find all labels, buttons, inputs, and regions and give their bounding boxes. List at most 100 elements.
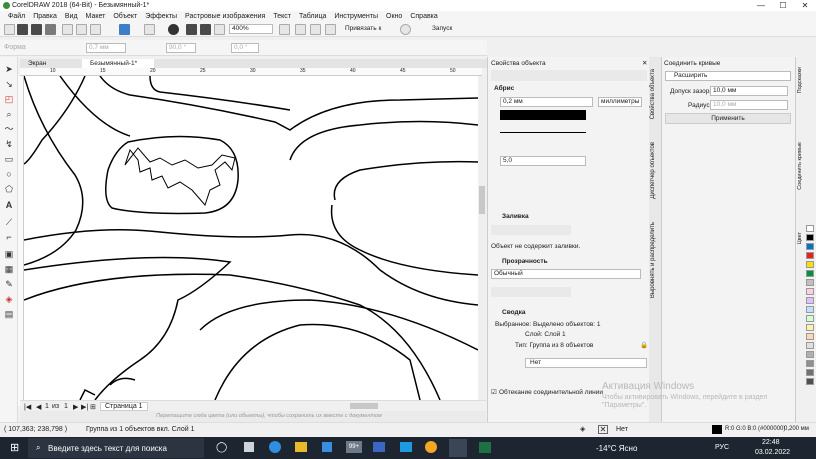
angle-field[interactable]: 90,0 °: [166, 43, 196, 53]
show-guides-icon[interactable]: [325, 24, 336, 35]
palette-swatch[interactable]: [806, 288, 814, 295]
menu-edit[interactable]: Правка: [29, 11, 61, 22]
windows-start-icon[interactable]: ⊞: [10, 441, 19, 454]
menu-help[interactable]: Справка: [406, 11, 441, 22]
docker-tab-hints[interactable]: Подсказки: [797, 67, 806, 93]
coreldraw-taskbar-icon[interactable]: [449, 439, 467, 457]
docker-tab-align[interactable]: Выровнять и распределить: [650, 222, 660, 298]
drawing-canvas[interactable]: [24, 76, 478, 400]
palette-swatch[interactable]: [806, 324, 814, 331]
excel-icon[interactable]: [479, 442, 491, 453]
language-indicator[interactable]: РУС: [715, 444, 729, 451]
copy-icon[interactable]: [76, 24, 87, 35]
docker-tab-join[interactable]: Соединить кривые: [797, 142, 806, 190]
palette-swatch[interactable]: [806, 225, 814, 232]
outline-width-select[interactable]: 0,2 мм: [500, 97, 593, 107]
open-icon[interactable]: [17, 24, 28, 35]
gap-tolerance-field[interactable]: 10,0 мм: [710, 86, 788, 96]
wrap-checkbox-icon[interactable]: ☑: [491, 388, 497, 396]
chrome-icon[interactable]: [425, 441, 437, 453]
units-select[interactable]: миллиметры: [598, 97, 642, 107]
docker-tab-object-manager[interactable]: Диспетчер объектов: [650, 142, 660, 199]
vertical-scroll-thumb[interactable]: [479, 186, 485, 214]
menu-effects[interactable]: Эффекты: [141, 11, 181, 22]
undo-icon[interactable]: [119, 24, 130, 35]
palette-swatch[interactable]: [806, 297, 814, 304]
shape-tool-icon[interactable]: ↘: [4, 79, 14, 89]
lock-icon[interactable]: 🔒: [640, 341, 648, 349]
tab-welcome[interactable]: Экран приветствия: [20, 59, 82, 76]
outline-width-field[interactable]: 0,7 мм: [86, 43, 126, 53]
palette-swatch[interactable]: [806, 243, 814, 250]
save-icon[interactable]: [31, 24, 42, 35]
publish-pdf-icon[interactable]: [214, 24, 225, 35]
minimize-button[interactable]: —: [750, 0, 772, 11]
add-page-icon[interactable]: ⊞: [90, 403, 96, 411]
overprint-select[interactable]: Нет: [525, 358, 647, 368]
miter-limit-field[interactable]: 5,0: [500, 156, 586, 166]
transparency-tool-icon[interactable]: ▦: [4, 264, 14, 274]
palette-swatch[interactable]: [806, 360, 814, 367]
paste-icon[interactable]: [90, 24, 101, 35]
telegram-icon[interactable]: [400, 442, 412, 452]
interactive-fill-icon[interactable]: ◈: [4, 294, 14, 304]
angle2-field[interactable]: 0,0 °: [231, 43, 259, 53]
explorer-icon[interactable]: [295, 442, 307, 452]
vertical-scrollbar[interactable]: [478, 76, 486, 400]
last-page-icon[interactable]: ▶|: [81, 403, 88, 411]
menu-bitmaps[interactable]: Растровые изображения: [181, 11, 269, 22]
polygon-tool-icon[interactable]: ⬠: [4, 184, 14, 194]
print-icon[interactable]: [45, 24, 56, 35]
docker-tab-properties[interactable]: Свойства объекта: [650, 69, 660, 119]
palette-swatch[interactable]: [806, 369, 814, 376]
import-icon[interactable]: [186, 24, 197, 35]
menu-file[interactable]: Файл: [4, 11, 29, 22]
page-tab[interactable]: Страница 1: [100, 402, 148, 411]
palette-swatch[interactable]: [806, 378, 814, 385]
join-mode-select[interactable]: Расширить: [665, 71, 791, 81]
crop-tool-icon[interactable]: ◰: [4, 94, 14, 104]
edge-icon[interactable]: [269, 441, 281, 453]
apply-button[interactable]: Применить: [665, 113, 791, 124]
menu-object[interactable]: Объект: [109, 11, 141, 22]
store-icon[interactable]: [322, 442, 332, 452]
clock-time[interactable]: 22:48: [762, 439, 780, 446]
connector-tool-icon[interactable]: ⌐: [4, 232, 14, 242]
menu-tools[interactable]: Инструменты: [330, 11, 382, 22]
pick-tool-icon[interactable]: ➤: [4, 64, 14, 74]
close-button[interactable]: ✕: [794, 0, 816, 11]
radius-field[interactable]: 10,0 мм: [710, 100, 788, 110]
show-grid-icon[interactable]: [310, 24, 321, 35]
cut-icon[interactable]: [62, 24, 73, 35]
full-screen-icon[interactable]: [279, 24, 290, 35]
parallel-dimension-icon[interactable]: ⟋: [4, 217, 14, 227]
drop-shadow-icon[interactable]: ▣: [4, 249, 14, 259]
task-view-icon[interactable]: ◯: [216, 442, 227, 453]
horizontal-scroll-thumb[interactable]: [350, 403, 378, 409]
first-page-icon[interactable]: |◀: [24, 403, 31, 411]
palette-swatch[interactable]: [806, 261, 814, 268]
menu-window[interactable]: Окно: [382, 11, 406, 22]
menu-text[interactable]: Текст: [269, 11, 295, 22]
palette-swatch[interactable]: [806, 315, 814, 322]
taskbar-search[interactable]: ⌕ Введите здесь текст для поиска: [28, 438, 204, 458]
search-content-icon[interactable]: [168, 24, 179, 35]
new-document-icon[interactable]: [4, 24, 15, 35]
zoom-level-select[interactable]: 400%: [229, 24, 273, 34]
options-gear-icon[interactable]: [400, 24, 411, 35]
palette-swatch[interactable]: [806, 234, 814, 241]
mail-badge[interactable]: 99+: [346, 441, 362, 453]
menu-layout[interactable]: Макет: [82, 11, 110, 22]
smart-fill-icon[interactable]: ▤: [4, 309, 14, 319]
show-rulers-icon[interactable]: [295, 24, 306, 35]
transparency-mode-select[interactable]: Обычный: [491, 269, 641, 279]
palette-swatch[interactable]: [806, 333, 814, 340]
clock-date[interactable]: 03.02.2022: [755, 449, 790, 456]
panel-close-icon[interactable]: ✕: [642, 59, 647, 67]
eyedropper-icon[interactable]: ✎: [4, 279, 14, 289]
menu-view[interactable]: Вид: [61, 11, 82, 22]
docker-tab-color[interactable]: Цвет: [797, 232, 806, 244]
outline-color-swatch[interactable]: [500, 110, 586, 120]
palette-swatch[interactable]: [806, 279, 814, 286]
launch-dropdown[interactable]: Запуск: [432, 25, 452, 32]
